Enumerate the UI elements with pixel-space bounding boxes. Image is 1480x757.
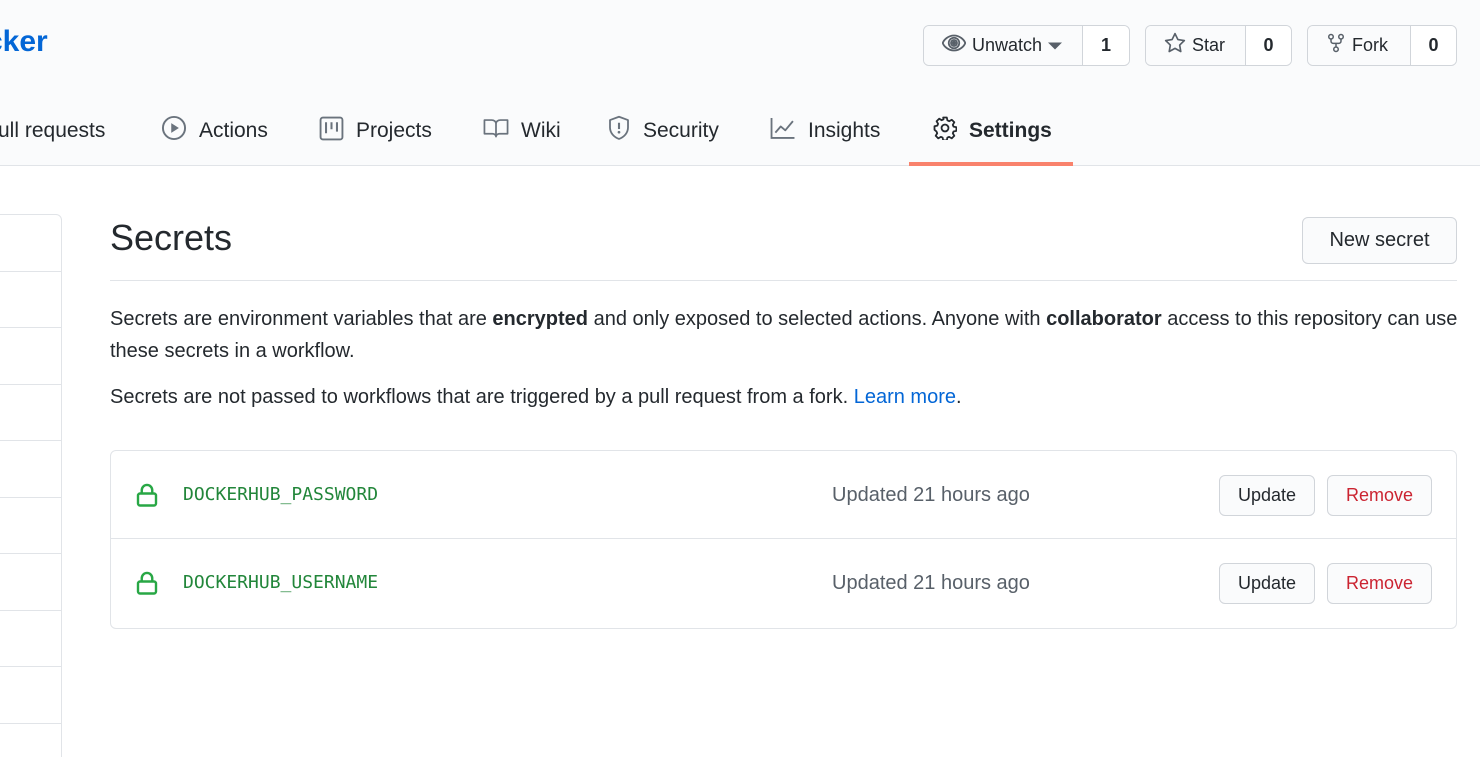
star-button[interactable]: Star <box>1146 26 1246 65</box>
unwatch-label: Unwatch <box>972 35 1043 55</box>
sidebar-item[interactable] <box>0 667 61 724</box>
tab-settings[interactable]: Settings <box>933 96 1052 166</box>
project-icon <box>319 116 344 147</box>
sidebar-item[interactable] <box>0 328 61 385</box>
secret-row: DOCKERHUB_PASSWORD Updated 21 hours ago … <box>111 451 1456 539</box>
tab-label: Security <box>643 119 719 142</box>
secret-name: DOCKERHUB_USERNAME <box>183 572 379 593</box>
sidebar-item[interactable] <box>0 441 61 498</box>
lock-icon <box>136 483 158 507</box>
sidebar-item[interactable] <box>0 272 61 328</box>
tab-label: Settings <box>969 119 1052 142</box>
shield-icon <box>607 115 631 147</box>
gear-icon <box>933 116 958 146</box>
secret-updated-time: Updated 21 hours ago <box>832 572 1030 594</box>
selected-tab-indicator <box>909 162 1073 166</box>
stars-count[interactable]: 0 <box>1246 26 1291 65</box>
tab-projects[interactable]: Projects <box>319 96 432 166</box>
fork-icon <box>1326 32 1346 59</box>
tab-label: ull requests <box>0 119 106 142</box>
sidebar-item[interactable] <box>0 385 61 441</box>
fork-button[interactable]: Fork <box>1308 26 1411 65</box>
sidebar-item[interactable] <box>0 554 61 611</box>
forks-count[interactable]: 0 <box>1411 26 1456 65</box>
secret-updated-time: Updated 21 hours ago <box>832 484 1030 506</box>
sidebar-item[interactable] <box>0 611 61 667</box>
desc-emphasis: encrypted <box>492 308 589 330</box>
remove-secret-button[interactable]: Remove <box>1327 563 1432 604</box>
fork-label: Fork <box>1352 35 1388 55</box>
new-secret-button[interactable]: New secret <box>1302 217 1457 264</box>
fork-button-group: Fork 0 <box>1307 25 1457 66</box>
secret-row: DOCKERHUB_USERNAME Updated 21 hours ago … <box>111 539 1456 628</box>
update-secret-button[interactable]: Update <box>1219 563 1315 604</box>
desc-text: and only exposed to selected actions. An… <box>588 308 1047 330</box>
watchers-count[interactable]: 1 <box>1083 26 1129 65</box>
tab-actions[interactable]: Actions <box>161 96 268 166</box>
repo-name-link[interactable]: cker <box>0 24 48 60</box>
tab-security[interactable]: Security <box>607 96 719 166</box>
sidebar-item[interactable] <box>0 215 61 272</box>
settings-sidebar <box>0 214 62 757</box>
star-button-group: Star 0 <box>1145 25 1292 66</box>
fork-notice: Secrets are not passed to workflows that… <box>110 381 1460 413</box>
tab-label: Projects <box>356 119 432 142</box>
desc-text: Secrets are environment variables that a… <box>110 308 493 330</box>
page-title: Secrets <box>110 217 233 258</box>
title-divider <box>110 280 1457 281</box>
tab-label: Actions <box>199 119 268 142</box>
secret-name: DOCKERHUB_PASSWORD <box>183 484 379 505</box>
tab-label: Insights <box>808 119 881 142</box>
desc-emphasis: collaborator <box>1046 308 1162 330</box>
lock-icon <box>136 571 158 595</box>
notice-text: Secrets are not passed to workflows that… <box>110 386 854 408</box>
update-secret-button[interactable]: Update <box>1219 475 1315 516</box>
unwatch-button[interactable]: Unwatch <box>924 26 1083 65</box>
remove-secret-button[interactable]: Remove <box>1327 475 1432 516</box>
watch-button-group: Unwatch 1 <box>923 25 1130 66</box>
play-icon <box>161 115 187 147</box>
sidebar-item[interactable] <box>0 498 61 554</box>
star-label: Star <box>1192 35 1226 55</box>
tab-pull-requests[interactable]: ull requests <box>0 96 105 166</box>
tab-insights[interactable]: Insights <box>770 96 880 166</box>
secrets-list: DOCKERHUB_PASSWORD Updated 21 hours ago … <box>110 450 1457 629</box>
eye-icon <box>941 34 967 57</box>
book-icon <box>483 117 509 145</box>
tab-label: Wiki <box>521 119 561 142</box>
graph-icon <box>770 116 796 146</box>
secrets-description: Secrets are environment variables that a… <box>110 303 1460 367</box>
caret-down-icon <box>1048 35 1063 56</box>
star-icon <box>1164 32 1186 59</box>
learn-more-link[interactable]: Learn more <box>854 386 956 408</box>
tab-wiki[interactable]: Wiki <box>483 96 561 166</box>
notice-period: . <box>955 386 962 408</box>
